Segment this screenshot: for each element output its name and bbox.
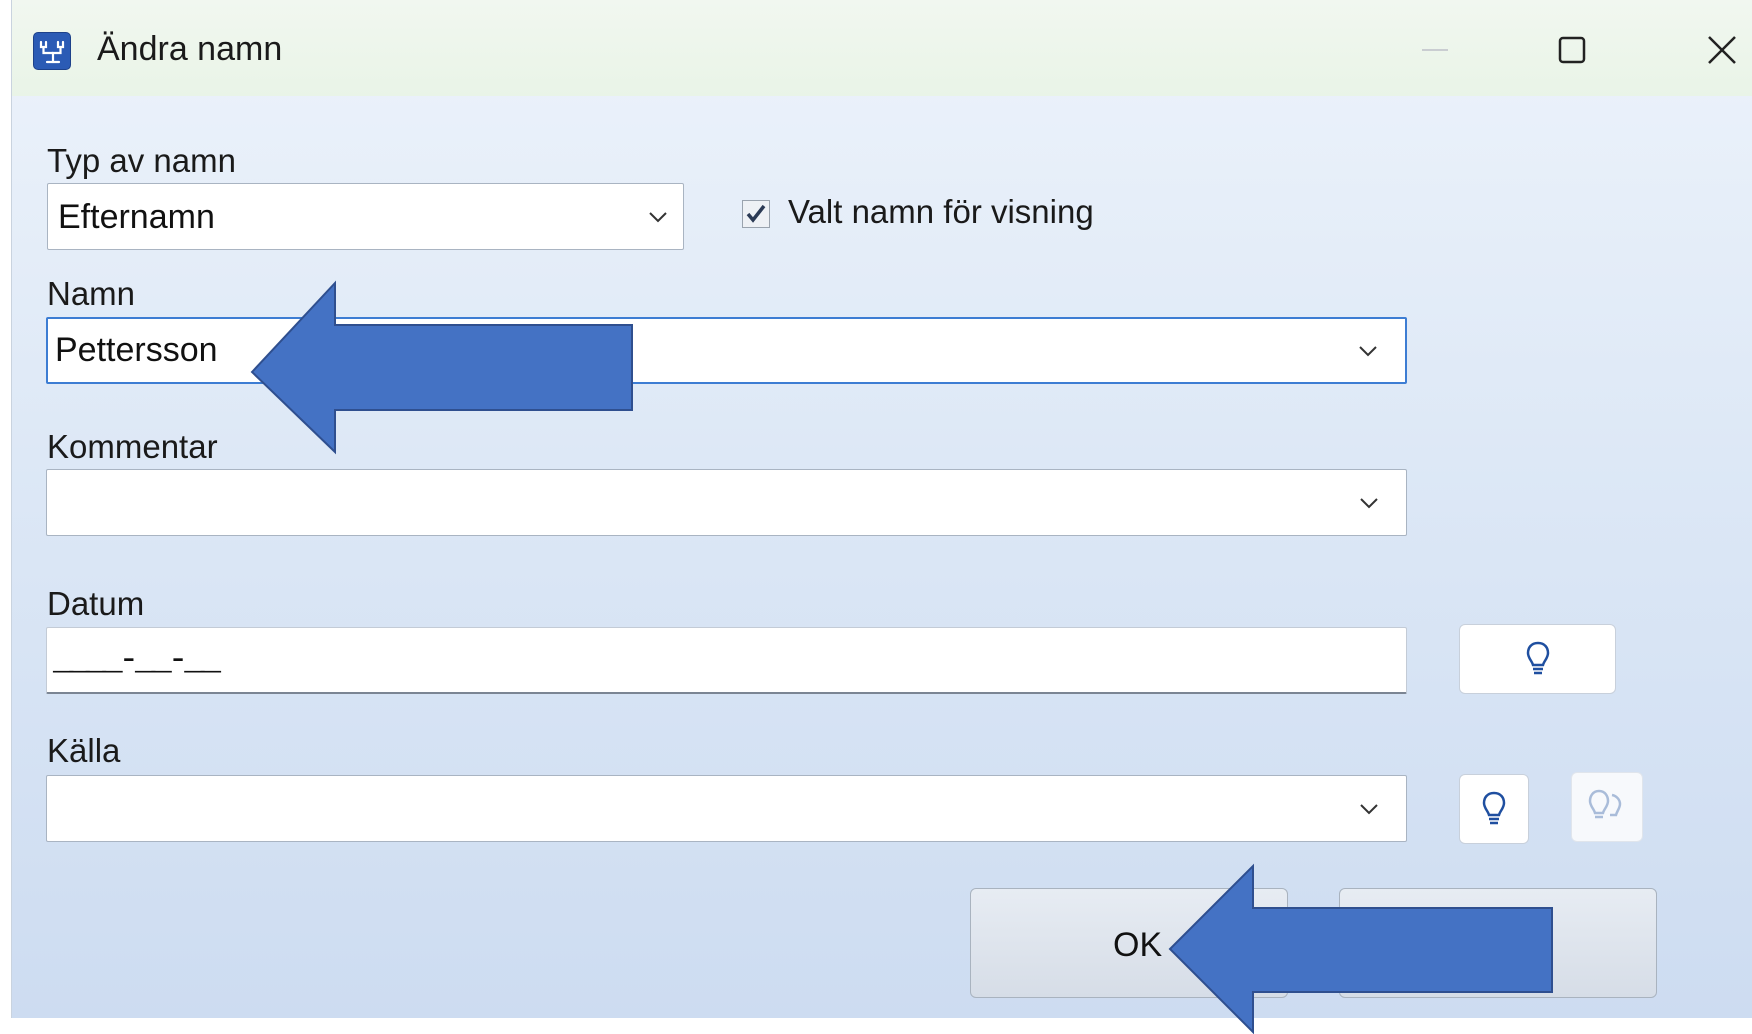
chevron-down-icon: [1359, 776, 1389, 841]
name-type-value: Efternamn: [58, 198, 215, 236]
comment-input[interactable]: [46, 469, 1407, 536]
name-type-select[interactable]: Efternamn: [47, 183, 684, 250]
comment-label: Kommentar: [47, 428, 218, 465]
name-input[interactable]: Pettersson: [46, 317, 1407, 384]
maximize-icon: [1558, 36, 1586, 64]
source-input[interactable]: [46, 775, 1407, 842]
name-label: Namn: [47, 275, 136, 312]
family-tree-app-icon: [33, 32, 71, 70]
checkmark-icon: [746, 204, 766, 223]
maximize-button[interactable]: [1552, 30, 1592, 70]
minimize-icon: [1422, 49, 1448, 51]
ok-button-label: OK: [1113, 926, 1163, 964]
lightbulb-icon: [1482, 791, 1506, 825]
date-label: Datum: [47, 585, 145, 622]
date-mask: ____-__-__: [53, 642, 221, 680]
window-title: Ändra namn: [97, 30, 283, 68]
display-name-label: Valt namn för visning: [788, 193, 1094, 230]
chevron-down-icon: [648, 184, 678, 249]
close-button[interactable]: [1702, 30, 1742, 70]
cancel-button[interactable]: [1339, 888, 1657, 998]
date-hint-button[interactable]: [1459, 624, 1616, 694]
minimize-button[interactable]: [1414, 30, 1454, 70]
source-hint-button[interactable]: [1459, 774, 1529, 844]
double-lightbulb-icon: [1588, 789, 1622, 819]
date-input[interactable]: ____-__-__: [46, 627, 1407, 694]
source-label: Källa: [47, 732, 121, 769]
source-multi-hint-button[interactable]: [1571, 772, 1643, 842]
ok-button[interactable]: OK: [970, 888, 1288, 998]
name-type-label: Typ av namn: [47, 142, 236, 179]
close-icon: [1708, 36, 1736, 64]
name-value: Pettersson: [55, 331, 218, 369]
chevron-down-icon: [1358, 319, 1388, 382]
lightbulb-icon: [1526, 641, 1549, 675]
chevron-down-icon: [1359, 470, 1389, 535]
display-name-checkbox[interactable]: [742, 200, 770, 228]
rename-dialog: Ändra namn Typ av namn Efternamn Valt na…: [11, 0, 1752, 1018]
title-bar: Ändra namn: [12, 0, 1752, 96]
